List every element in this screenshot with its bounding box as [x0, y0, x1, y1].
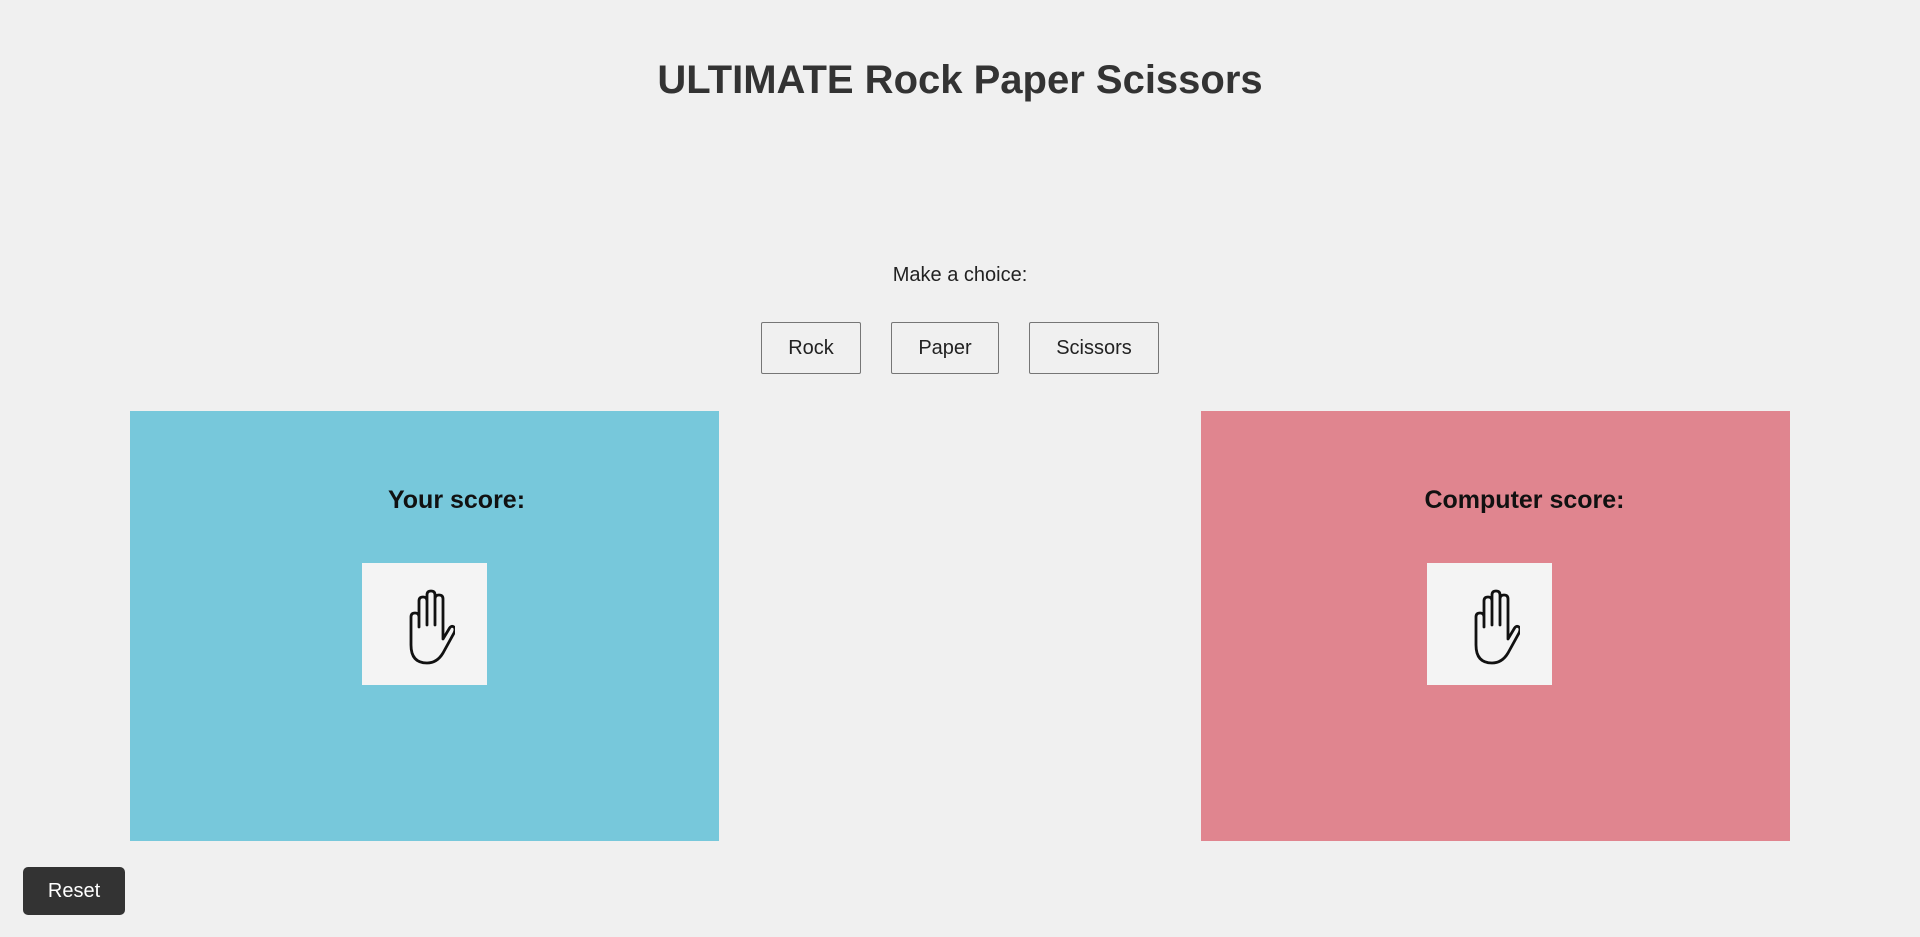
choice-prompt: Make a choice:: [892, 264, 1028, 286]
paper-button[interactable]: Paper: [891, 322, 999, 374]
computer-score-label: Computer score:: [1424, 486, 1625, 514]
page-title: ULTIMATE Rock Paper Scissors: [657, 58, 1263, 102]
player-panel: Your score:: [130, 411, 719, 841]
hand-palm-icon: [1474, 589, 1520, 665]
scissors-button[interactable]: Scissors: [1029, 322, 1159, 374]
computer-panel: Computer score:: [1201, 411, 1790, 841]
computer-hand-display: [1427, 563, 1552, 685]
reset-button[interactable]: Reset: [23, 867, 125, 915]
player-hand-display: [362, 563, 487, 685]
choice-buttons: Rock Paper Scissors: [0, 322, 1920, 374]
hand-palm-icon: [409, 589, 455, 665]
player-score-label: Your score:: [387, 486, 526, 514]
rock-button[interactable]: Rock: [761, 322, 861, 374]
